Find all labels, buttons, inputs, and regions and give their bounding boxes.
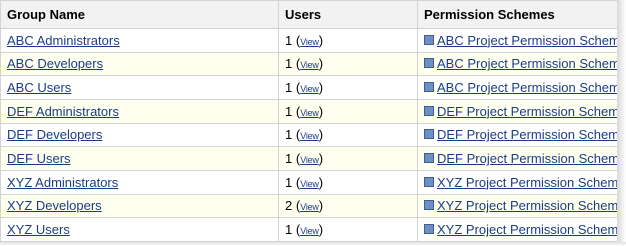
view-open-paren: ( xyxy=(292,198,301,214)
view-users-link[interactable]: View xyxy=(300,226,319,236)
users-cell: 1 (View) xyxy=(278,98,418,124)
view-open-paren: ( xyxy=(292,222,301,238)
view-users-link[interactable]: View xyxy=(300,84,319,94)
view-open-paren: ( xyxy=(292,103,301,119)
view-close-paren: ) xyxy=(318,198,324,214)
bullet-square-icon xyxy=(424,176,434,187)
permission-scheme-cell: ABC Project Permission Scheme xyxy=(417,75,618,100)
view-close-paren: ) xyxy=(318,56,324,72)
permission-scheme-link[interactable]: ABC Project Permission Scheme xyxy=(437,80,617,95)
permission-scheme-cell: DEF Project Permission Scheme xyxy=(417,98,618,124)
group-name-cell: DEF Administrators xyxy=(0,98,279,124)
view-users-link[interactable]: View xyxy=(300,131,319,141)
bullet-square-icon xyxy=(424,105,434,116)
permission-scheme-cell: DEF Project Permission Scheme xyxy=(417,146,618,171)
view-users-link[interactable]: View xyxy=(300,60,319,70)
bullet-square-icon xyxy=(424,153,434,164)
users-cell: 2 (View) xyxy=(278,193,418,219)
group-browser: Group Name Users Permission Schemes ABC … xyxy=(0,0,626,246)
bullet-square-icon xyxy=(424,200,434,211)
table-shadow-bottom xyxy=(0,242,626,246)
view-open-paren: ( xyxy=(292,127,301,143)
users-cell: 1 (View) xyxy=(278,122,418,148)
group-name-link[interactable]: XYZ Users xyxy=(7,222,70,237)
group-name-link[interactable]: ABC Users xyxy=(7,80,71,95)
permission-scheme-cell: DEF Project Permission Scheme xyxy=(417,122,618,148)
group-name-cell: XYZ Developers xyxy=(0,193,279,219)
view-close-paren: ) xyxy=(318,103,324,119)
table-row: XYZ Users 1 (View) XYZ Project Permission … xyxy=(0,217,618,242)
permission-scheme-link[interactable]: DEF Project Permission Scheme xyxy=(437,151,617,166)
column-header-users[interactable]: Users xyxy=(278,0,418,29)
users-cell: 1 (View) xyxy=(278,169,418,195)
group-name-cell: XYZ Users xyxy=(0,217,279,242)
group-name-link[interactable]: XYZ Developers xyxy=(7,198,102,213)
table-shadow-right xyxy=(617,0,626,246)
group-name-link[interactable]: ABC Administrators xyxy=(7,33,120,48)
table-row: DEF Administrators 1 (View) DEF Project Pe… xyxy=(0,98,618,124)
view-users-link[interactable]: View xyxy=(300,179,319,189)
view-close-paren: ) xyxy=(318,80,324,96)
table-row: DEF Users 1 (View) DEF Project Permission … xyxy=(0,146,618,171)
view-open-paren: ( xyxy=(292,80,301,96)
view-users-link[interactable]: View xyxy=(300,155,319,165)
view-open-paren: ( xyxy=(292,56,301,72)
permission-scheme-link[interactable]: ABC Project Permission Scheme xyxy=(437,56,617,71)
view-close-paren: ) xyxy=(318,174,324,190)
bullet-square-icon xyxy=(424,58,434,69)
group-name-link[interactable]: ABC Developers xyxy=(7,56,103,71)
group-name-cell: ABC Users xyxy=(0,75,279,100)
group-name-cell: DEF Developers xyxy=(0,122,279,148)
column-header-group-name[interactable]: Group Name xyxy=(0,0,279,29)
table-row: XYZ Developers 2 (View) XYZ Project Permis… xyxy=(0,193,618,219)
bullet-square-icon xyxy=(424,129,434,140)
view-close-paren: ) xyxy=(318,127,324,143)
users-cell: 1 (View) xyxy=(278,28,418,53)
group-name-cell: XYZ Administrators xyxy=(0,169,279,195)
group-name-cell: ABC Administrators xyxy=(0,28,279,53)
permission-scheme-link[interactable]: DEF Project Permission Scheme xyxy=(437,104,617,119)
table-row: ABC Administrators 1 (View) ABC Project Pe… xyxy=(0,28,618,53)
permission-scheme-cell: XYZ Project Permission Scheme xyxy=(417,217,618,242)
group-name-link[interactable]: XYZ Administrators xyxy=(7,175,118,190)
permission-scheme-cell: ABC Project Permission Scheme xyxy=(417,28,618,53)
group-name-link[interactable]: DEF Users xyxy=(7,151,71,166)
users-cell: 1 (View) xyxy=(278,51,418,77)
permission-scheme-link[interactable]: XYZ Project Permission Scheme xyxy=(437,198,617,213)
view-close-paren: ) xyxy=(318,222,324,238)
permission-scheme-cell: XYZ Project Permission Scheme xyxy=(417,169,618,195)
bullet-square-icon xyxy=(424,224,434,235)
table-header-row: Group Name Users Permission Schemes xyxy=(0,0,618,29)
view-users-link[interactable]: View xyxy=(300,37,319,47)
permission-scheme-link[interactable]: ABC Project Permission Scheme xyxy=(437,33,617,48)
column-header-permission-schemes[interactable]: Permission Schemes xyxy=(417,0,618,29)
group-name-link[interactable]: DEF Administrators xyxy=(7,104,119,119)
view-users-link[interactable]: View xyxy=(300,108,319,118)
view-open-paren: ( xyxy=(292,174,301,190)
users-cell: 1 (View) xyxy=(278,75,418,100)
table-row: ABC Users 1 (View) ABC Project Permission … xyxy=(0,75,618,100)
view-users-link[interactable]: View xyxy=(300,202,319,212)
view-close-paren: ) xyxy=(318,32,324,48)
users-cell: 1 (View) xyxy=(278,146,418,171)
table-row: XYZ Administrators 1 (View) XYZ Project Pe… xyxy=(0,169,618,195)
groups-table-body: ABC Administrators 1 (View) ABC Project Pe… xyxy=(0,28,618,242)
view-close-paren: ) xyxy=(318,151,324,167)
group-name-link[interactable]: DEF Developers xyxy=(7,127,102,142)
permission-scheme-cell: ABC Project Permission Scheme xyxy=(417,51,618,77)
view-open-paren: ( xyxy=(292,32,301,48)
permission-scheme-link[interactable]: XYZ Project Permission Scheme xyxy=(437,222,617,237)
bullet-square-icon xyxy=(424,34,434,45)
users-cell: 1 (View) xyxy=(278,217,418,242)
table-row: DEF Developers 1 (View) DEF Project Permis… xyxy=(0,122,618,148)
bullet-square-icon xyxy=(424,82,434,93)
group-name-cell: ABC Developers xyxy=(0,51,279,77)
table-row: ABC Developers 1 (View) ABC Project Permis… xyxy=(0,51,618,77)
permission-scheme-cell: XYZ Project Permission Scheme xyxy=(417,193,618,219)
group-name-cell: DEF Users xyxy=(0,146,279,171)
groups-table: Group Name Users Permission Schemes ABC … xyxy=(0,0,618,242)
view-open-paren: ( xyxy=(292,151,301,167)
permission-scheme-link[interactable]: DEF Project Permission Scheme xyxy=(437,127,617,142)
permission-scheme-link[interactable]: XYZ Project Permission Scheme xyxy=(437,175,617,190)
